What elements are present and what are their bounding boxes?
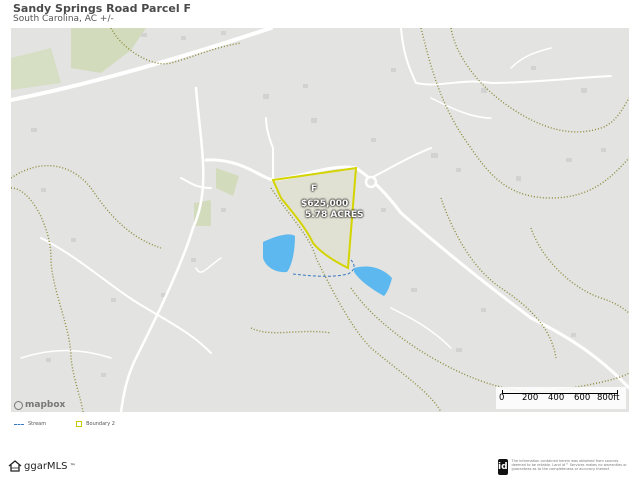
scale-label-0: 0 [499,393,505,403]
parcel-label-id: F [311,184,318,194]
mapbox-attribution[interactable]: mapbox [14,400,65,410]
pond-west [263,234,295,273]
landid-logo-icon: id [498,459,508,475]
legend-label-boundary: Boundary 2 [86,421,115,427]
page-subtitle: South Carolina, AC +/- [13,14,114,24]
parcel-label-price: $625,000 [301,199,349,209]
scale-label-600: 600 [574,393,591,403]
roundabout [364,175,378,189]
scale-label-400: 400 [548,393,565,403]
parcel-label-acres: 5.78 ACRES [305,210,364,220]
legend-label-stream: Stream [28,421,47,427]
legend-item-boundary: Boundary 2 [76,421,115,427]
house-icon [8,460,22,472]
mapbox-logo-icon [14,400,23,410]
scale-label-800ft: 800ft [597,393,620,403]
boundary-legend-icon [76,421,83,427]
scale-bar: 0 200 400 600 800ft [496,387,626,409]
mls-logo-trademark: ™ [69,462,76,470]
pond-east [354,266,392,296]
scale-label-200: 200 [522,393,539,403]
map-legend: Stream Boundary 2 [14,421,115,427]
park-area [11,48,61,90]
mls-logo: ggarMLS ™ [8,460,75,472]
disclaimer: id The information contained herein was … [498,459,630,475]
park-area [71,28,146,73]
mapbox-attribution-text: mapbox [25,400,66,410]
map-layer [11,28,629,412]
legend-item-stream: Stream [14,421,46,427]
park-area [216,168,239,196]
disclaimer-text: The information contained herein was obt… [511,459,627,471]
map-canvas[interactable]: F $625,000 5.78 ACRES mapbox 0 200 400 6… [11,28,629,412]
stream-legend-icon [14,423,24,425]
mls-logo-text: ggarMLS [24,460,68,472]
